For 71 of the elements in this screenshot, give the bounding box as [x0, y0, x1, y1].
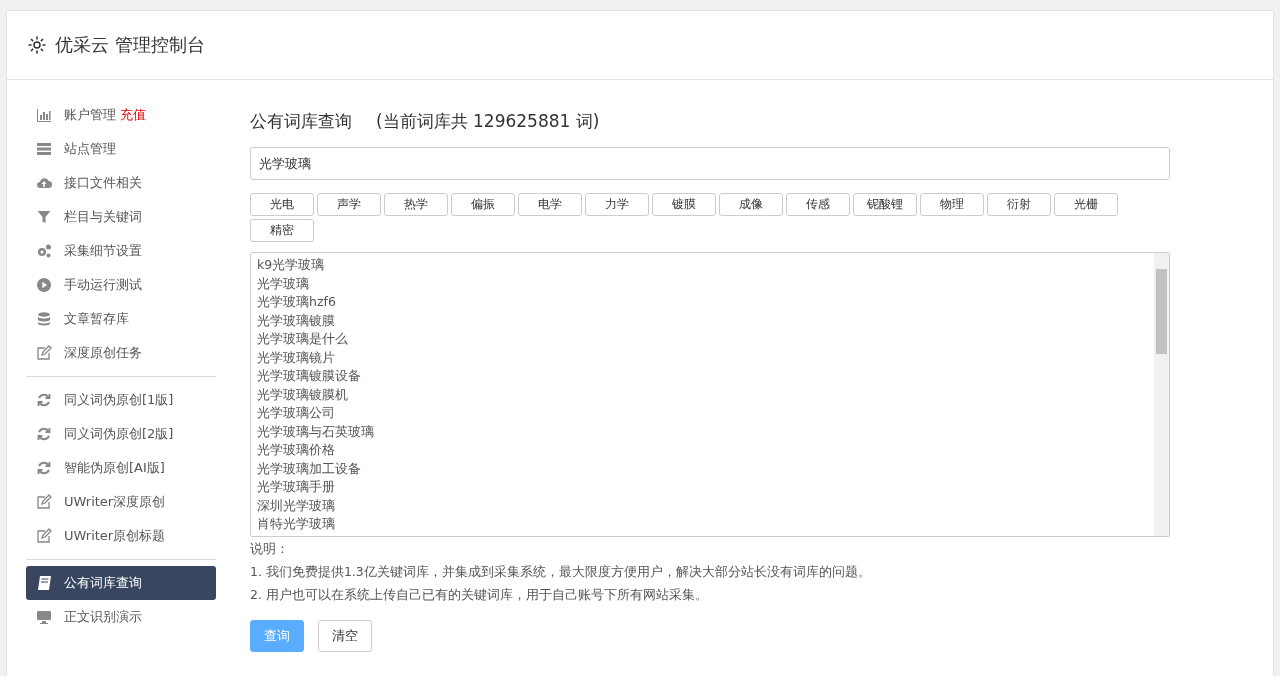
search-field[interactable]: 光学玻璃	[250, 147, 1170, 180]
page-heading: 公有词库查询	[250, 110, 352, 133]
sidebar-item[interactable]: 同义词伪原创[2版]	[26, 417, 216, 451]
monitor-icon	[36, 609, 52, 625]
category-tag[interactable]: 镀膜	[652, 193, 716, 216]
edit-icon	[36, 494, 52, 510]
cloud-upload-icon	[36, 175, 52, 191]
keyword-item: 光学玻璃与石英玻璃	[257, 422, 375, 441]
sidebar-item[interactable]: 账户管理 充值	[26, 98, 216, 132]
sidebar-item[interactable]: 站点管理	[26, 132, 216, 166]
category-tag[interactable]: 物理	[920, 193, 984, 216]
bar-chart-icon	[36, 107, 52, 123]
category-tag[interactable]: 电学	[518, 193, 582, 216]
sidebar-item[interactable]: UWriter原创标题	[26, 519, 216, 553]
keyword-item: 肖特光学玻璃	[257, 515, 336, 533]
scrollbar[interactable]	[1154, 253, 1169, 536]
category-tag[interactable]: 热学	[384, 193, 448, 216]
refresh-icon	[36, 392, 52, 408]
category-tag[interactable]: 光电	[250, 193, 314, 216]
category-tag[interactable]: 偏振	[451, 193, 515, 216]
keyword-item: 光学玻璃镀膜	[257, 311, 336, 330]
keyword-item: 光学玻璃公司	[257, 404, 336, 422]
word-count: (当前词库共 129625881 词)	[376, 110, 600, 133]
keyword-item: 光学玻璃镀膜设备	[257, 367, 362, 385]
keyword-item: 光学玻璃是什么	[257, 330, 349, 348]
database-icon	[36, 311, 52, 327]
sidebar-item[interactable]: 公有词库查询	[26, 566, 216, 600]
note-text: 2. 用户也可以在系统上传自己已有的关键词库，用于自己账号下所有网站采集。	[250, 586, 709, 604]
sidebar-item[interactable]: 采集细节设置	[26, 234, 216, 268]
keyword-item: 光学玻璃价格	[257, 441, 336, 459]
refresh-icon	[36, 426, 52, 442]
keyword-item: 光学玻璃hzf6	[257, 293, 337, 311]
keyword-item: 光学玻璃手册	[257, 478, 336, 496]
sidebar-item[interactable]: UWriter深度原创	[26, 485, 216, 519]
keyword-item: 光学玻璃镜片	[257, 348, 336, 367]
category-tag[interactable]: 精密	[250, 219, 314, 242]
category-tag[interactable]: 力学	[585, 193, 649, 216]
keyword-list[interactable]: k9光学玻璃 光学玻璃 光学玻璃hzf6 光学玻璃镀膜 光学玻璃是什么 光学玻璃镜片 光学玻璃镀膜设备 光学玻璃镀膜机 光学玻璃公司 光学玻璃与石英玻璃 光学玻璃价格 光学玻璃加工设备 光学玻璃手册 深圳光学玻璃 肖特光学玻璃	[250, 252, 1170, 537]
keyword-item: 光学玻璃加工设备	[257, 459, 362, 478]
sidebar-item[interactable]: 同义词伪原创[1版]	[26, 383, 216, 417]
book-icon	[36, 575, 52, 591]
sidebar-item[interactable]: 栏目与关键词	[26, 200, 216, 234]
keyword-item: 光学玻璃镀膜机	[257, 385, 349, 404]
clear-button[interactable]: 清空	[318, 620, 372, 652]
category-tag[interactable]: 铌酸锂	[853, 193, 917, 216]
keyword-item: 深圳光学玻璃	[257, 496, 336, 515]
keyword-item: k9光学玻璃	[257, 256, 326, 274]
edit-icon	[36, 345, 52, 361]
category-tag[interactable]: 传感	[786, 193, 850, 216]
category-tag[interactable]: 声学	[317, 193, 381, 216]
notes-label: 说明：	[250, 540, 290, 558]
category-tag[interactable]: 光栅	[1054, 193, 1118, 216]
filter-icon	[36, 209, 52, 225]
console-title: 优采云 管理控制台	[55, 33, 205, 57]
recharge-link[interactable]: 充值	[120, 106, 146, 124]
sidebar-item[interactable]: 接口文件相关	[26, 166, 216, 200]
server-icon	[36, 141, 52, 157]
sidebar-item[interactable]: 正文识别演示	[26, 600, 216, 634]
note-text: 1. 我们免费提供1.3亿关键词库，并集成到采集系统，最大限度方便用户，解决大部分站长没有词库的问题。	[250, 563, 872, 581]
sidebar-item[interactable]: 智能伪原创[AI版]	[26, 451, 216, 485]
gears-icon	[36, 243, 52, 259]
edit-icon	[36, 528, 52, 544]
settings-icon	[27, 35, 47, 55]
category-tag[interactable]: 衍射	[987, 193, 1051, 216]
keyword-item: 光学玻璃	[257, 274, 310, 293]
sidebar-item[interactable]: 深度原创任务	[26, 336, 216, 370]
refresh-icon	[36, 460, 52, 476]
category-tag[interactable]: 成像	[719, 193, 783, 216]
play-icon	[36, 277, 52, 293]
sidebar-item[interactable]: 文章暂存库	[26, 302, 216, 336]
sidebar-item[interactable]: 手动运行测试	[26, 268, 216, 302]
